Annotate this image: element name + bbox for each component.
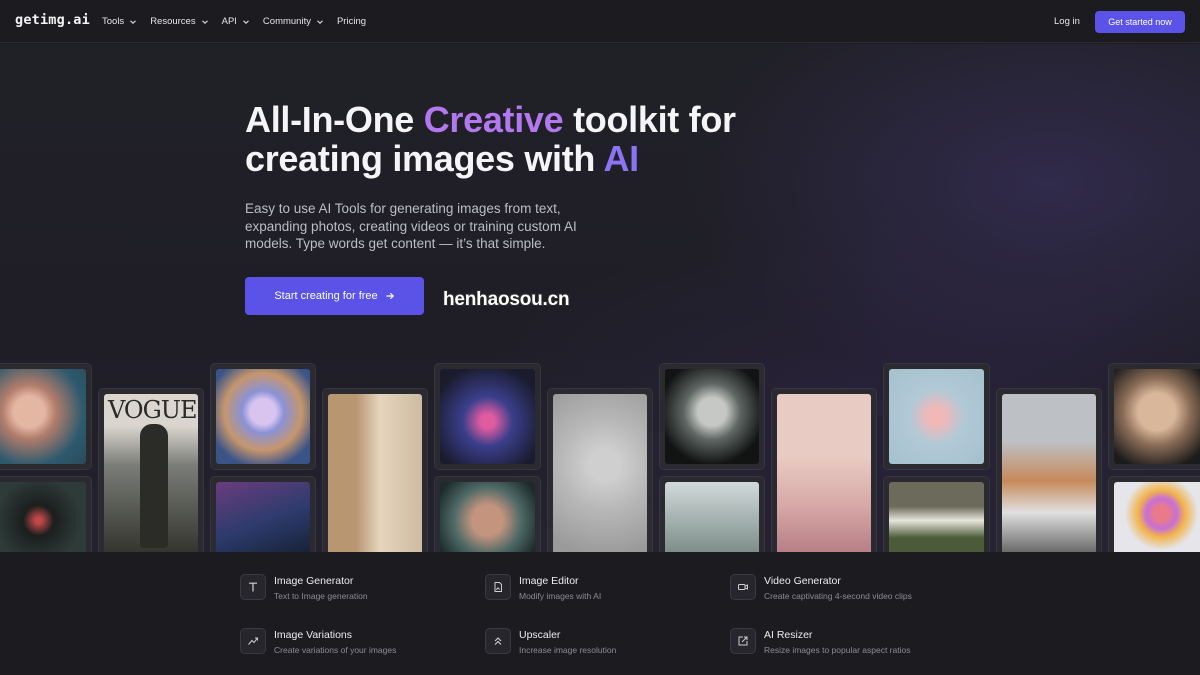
gallery-image[interactable] bbox=[883, 476, 990, 552]
hero-title-highlight-ai: AI bbox=[603, 138, 639, 179]
gallery-image[interactable] bbox=[1108, 363, 1200, 470]
hero-title-text: All-In-One bbox=[245, 99, 424, 140]
hero-subtitle: Easy to use AI Tools for generating imag… bbox=[245, 201, 577, 251]
gallery-image[interactable] bbox=[771, 388, 877, 552]
alien-bust-image bbox=[665, 369, 759, 464]
dark-portrait-image bbox=[0, 482, 86, 552]
face-closeup-image bbox=[440, 482, 535, 552]
feature-image-variations[interactable]: Image Variations Create variations of yo… bbox=[240, 628, 396, 655]
nav-resources[interactable]: Resources bbox=[150, 16, 208, 27]
nav-api-label: API bbox=[221, 16, 237, 27]
misty-figure-image bbox=[665, 482, 759, 552]
gallery-image[interactable]: VOGUE bbox=[98, 388, 204, 552]
feature-upscaler[interactable]: Upscaler Increase image resolution bbox=[485, 628, 616, 655]
gallery-image[interactable] bbox=[322, 388, 428, 552]
shuffle-icon bbox=[240, 628, 266, 654]
nav-api[interactable]: API bbox=[222, 16, 250, 27]
gallery-image[interactable] bbox=[210, 363, 316, 470]
glass-figure-image bbox=[889, 369, 984, 464]
login-link[interactable]: Log in bbox=[1054, 16, 1080, 27]
wire-sculpture-image bbox=[553, 394, 647, 552]
text-icon bbox=[240, 574, 266, 600]
crystal-sphere-image bbox=[216, 369, 310, 464]
feature-description: Create captivating 4-second video clips bbox=[764, 591, 912, 601]
watermark: henhaosou.cn bbox=[443, 289, 570, 310]
feature-title: AI Resizer bbox=[764, 629, 813, 641]
gallery-image[interactable] bbox=[659, 476, 765, 552]
portrait-image bbox=[0, 369, 86, 464]
gallery-image[interactable] bbox=[0, 476, 92, 552]
feature-ai-resizer[interactable]: AI Resizer Resize images to popular aspe… bbox=[730, 628, 910, 655]
nav-resources-label: Resources bbox=[150, 16, 196, 27]
vogue-text: VOGUE bbox=[108, 396, 198, 424]
feature-title: Image Generator bbox=[274, 575, 354, 587]
greenhouse-image bbox=[889, 482, 984, 552]
feature-title: Image Variations bbox=[274, 629, 353, 641]
hero-title: All-In-One Creative toolkit for creating… bbox=[245, 100, 865, 178]
video-camera-icon bbox=[730, 574, 756, 600]
gallery-image[interactable] bbox=[659, 363, 765, 470]
chevron-down-icon bbox=[129, 18, 137, 26]
robot-neon-image bbox=[440, 369, 535, 464]
neon-figure-image bbox=[216, 482, 310, 552]
feature-title: Image Editor bbox=[519, 575, 579, 587]
chevron-down-icon bbox=[316, 18, 324, 26]
arrow-right-icon bbox=[385, 291, 395, 301]
feature-video-generator[interactable]: Video Generator Create captivating 4-sec… bbox=[730, 574, 912, 601]
chevrons-up-icon bbox=[485, 628, 511, 654]
balloon-tree-image bbox=[1114, 482, 1200, 552]
nav-tools[interactable]: Tools bbox=[102, 16, 137, 27]
image-edit-icon bbox=[485, 574, 511, 600]
nav-community-label: Community bbox=[262, 16, 311, 27]
feature-description: Create variations of your images bbox=[274, 645, 397, 655]
start-creating-label: Start creating for free bbox=[274, 290, 378, 302]
feature-description: Text to Image generation bbox=[274, 591, 368, 601]
chevron-down-icon bbox=[201, 18, 209, 26]
hero-title-highlight-creative: Creative bbox=[423, 99, 564, 140]
feature-title: Video Generator bbox=[764, 575, 841, 587]
feature-description: Modify images with AI bbox=[519, 591, 602, 601]
resize-icon bbox=[730, 628, 756, 654]
astronaut-image bbox=[1002, 394, 1096, 552]
nav-pricing[interactable]: Pricing bbox=[337, 16, 366, 27]
feature-title: Upscaler bbox=[519, 629, 561, 641]
start-creating-button[interactable]: Start creating for free bbox=[245, 277, 424, 315]
nav-community[interactable]: Community bbox=[263, 16, 324, 27]
golden-bust-image bbox=[1114, 369, 1200, 464]
gallery-image[interactable] bbox=[434, 476, 541, 552]
pink-room-image bbox=[777, 394, 871, 552]
feature-description: Resize images to popular aspect ratios bbox=[764, 645, 911, 655]
interior-room-image bbox=[328, 394, 422, 552]
gallery-image[interactable] bbox=[883, 363, 990, 470]
gallery-image[interactable] bbox=[547, 388, 653, 552]
logo[interactable]: getimg.ai bbox=[15, 12, 90, 28]
feature-image-editor[interactable]: Image Editor Modify images with AI bbox=[485, 574, 601, 601]
features-section: Image Generator Text to Image generation… bbox=[0, 552, 1200, 675]
gallery-image[interactable] bbox=[210, 476, 316, 552]
chevron-down-icon bbox=[242, 18, 250, 26]
gallery-image[interactable] bbox=[434, 363, 541, 470]
gallery-image[interactable] bbox=[996, 388, 1102, 552]
nav-links: Tools Resources API Community Pricing bbox=[102, 0, 379, 43]
get-started-button[interactable]: Get started now bbox=[1095, 11, 1185, 33]
top-navigation: getimg.ai Tools Resources API Community … bbox=[0, 0, 1200, 43]
image-gallery: VOGUE bbox=[0, 363, 1200, 552]
feature-image-generator[interactable]: Image Generator Text to Image generation bbox=[240, 574, 368, 601]
gallery-image[interactable] bbox=[0, 363, 92, 470]
nav-pricing-label: Pricing bbox=[336, 16, 367, 27]
feature-description: Increase image resolution bbox=[519, 645, 617, 655]
vogue-cover-image: VOGUE bbox=[104, 394, 198, 552]
statue-silhouette bbox=[140, 424, 168, 548]
nav-tools-label: Tools bbox=[102, 16, 125, 27]
gallery-image[interactable] bbox=[1108, 476, 1200, 552]
